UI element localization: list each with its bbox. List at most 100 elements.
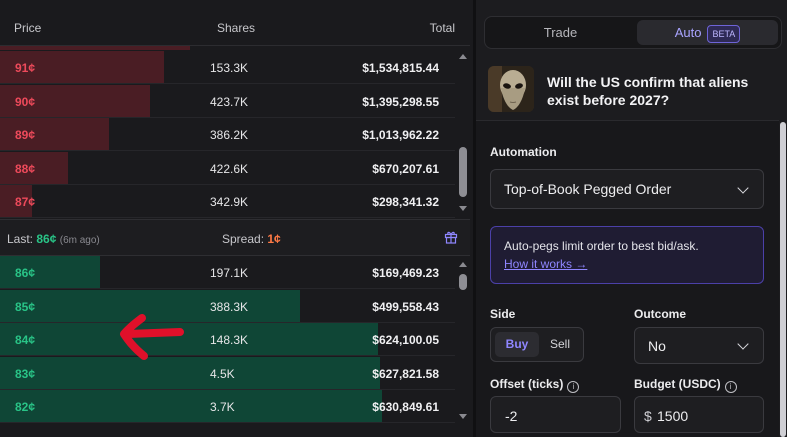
budget-info-icon[interactable]: i <box>724 381 737 393</box>
automation-label: Automation <box>490 145 557 159</box>
asks-scrollbar-thumb[interactable] <box>459 147 467 197</box>
automation-info-box: Auto-pegs limit order to best bid/ask. H… <box>490 226 764 284</box>
tab-auto[interactable]: Auto BETA <box>637 20 778 45</box>
ask-price: 91¢ <box>15 61 36 75</box>
side-sell-button[interactable]: Sell <box>541 332 579 357</box>
bid-depth-bar <box>0 390 383 423</box>
trade-panel: Trade Auto BETA Will the US confirm that … <box>476 0 787 437</box>
shares-column-header: Shares <box>217 21 256 35</box>
ask-shares: 153.3K <box>210 61 249 75</box>
ask-total: $298,341.32 <box>372 195 439 210</box>
bid-shares: 197.1K <box>210 266 249 280</box>
ask-price: 89¢ <box>15 128 36 143</box>
bid-row[interactable]: 85¢ 388.3K $499,558.43 <box>0 289 455 323</box>
last-price: Last: 86¢ (6m ago) <box>7 232 100 246</box>
automation-description: Auto-pegs limit order to best bid/ask. <box>504 239 699 253</box>
ask-total: $1,395,298.55 <box>362 94 439 109</box>
scroll-down-arrow-icon[interactable] <box>459 206 467 211</box>
ask-shares: 386.2K <box>210 128 249 143</box>
bid-depth-bar <box>0 356 380 389</box>
market-question: Will the US confirm that aliens exist be… <box>547 74 749 108</box>
outcome-select[interactable]: No <box>634 327 764 364</box>
offset-label: Offset (ticks) i <box>490 377 580 393</box>
bid-row[interactable]: 84¢ 148.3K $624,100.05 <box>0 323 455 357</box>
side-buy-button[interactable]: Buy <box>495 332 539 357</box>
bid-shares: 388.3K <box>210 299 249 314</box>
bid-total: $499,558.43 <box>372 299 439 314</box>
bid-price: 83¢ <box>15 366 36 381</box>
bid-total: $627,821.58 <box>372 366 439 381</box>
offset-info-icon[interactable]: i <box>567 381 580 393</box>
offset-input-value: -2 <box>505 408 518 424</box>
spread: Spread: 1¢ <box>222 232 281 246</box>
automation-form: Automation Top-of-Book Pegged Order Auto… <box>476 120 779 437</box>
bid-total: $169,469.23 <box>372 266 439 280</box>
beta-badge: BETA <box>707 24 741 43</box>
ask-total: $1,534,815.44 <box>362 61 439 75</box>
asks-scrollbar[interactable] <box>457 50 469 215</box>
bid-price: 82¢ <box>15 400 36 415</box>
price-column-header: Price <box>14 21 42 35</box>
ask-shares: 342.9K <box>210 195 249 210</box>
scroll-up-arrow-icon[interactable] <box>459 54 467 59</box>
bid-price: 84¢ <box>15 333 36 348</box>
tab-trade[interactable]: Trade <box>489 20 632 45</box>
alien-image <box>488 66 534 112</box>
panel-scrollbar[interactable] <box>779 120 787 437</box>
ask-price: 88¢ <box>15 161 36 176</box>
automation-select-value: Top-of-Book Pegged Order <box>504 181 672 197</box>
outcome-label: Outcome <box>634 307 687 321</box>
scroll-down-arrow-icon[interactable] <box>459 414 467 419</box>
gift-icon[interactable] <box>444 230 458 244</box>
ask-row[interactable]: 88¢ 422.6K $670,207.61 <box>0 151 455 185</box>
bid-shares: 3.7K <box>210 400 235 415</box>
how-it-works-link[interactable]: How it works → <box>504 257 587 271</box>
ask-shares: 423.7K <box>210 94 249 109</box>
side-toggle: Buy Sell <box>490 327 584 362</box>
ask-depth-bar-partial <box>0 46 190 50</box>
tab-auto-label: Auto <box>674 25 702 40</box>
bid-shares: 148.3K <box>210 333 249 348</box>
market-thumbnail <box>488 66 534 112</box>
budget-label: Budget (USDC) i <box>634 377 737 393</box>
automation-select[interactable]: Top-of-Book Pegged Order <box>490 169 764 209</box>
ask-price: 87¢ <box>15 195 36 210</box>
ask-row[interactable]: 89¢ 386.2K $1,013,962.22 <box>0 118 455 152</box>
spread-value: 1¢ <box>267 232 281 246</box>
bid-price: 85¢ <box>15 299 36 314</box>
bid-price: 86¢ <box>15 266 36 280</box>
bid-total: $630,849.61 <box>372 400 439 415</box>
bids-scrollbar-thumb[interactable] <box>459 274 467 290</box>
total-column-header: Total <box>429 21 455 35</box>
bid-row[interactable]: 86¢ 197.1K $169,469.23 <box>0 256 455 289</box>
ask-row[interactable]: 91¢ 153.3K $1,534,815.44 <box>0 51 455 84</box>
ask-row[interactable]: 90¢ 423.7K $1,395,298.55 <box>0 84 455 118</box>
trade-mode-tabs: Trade Auto BETA <box>484 16 782 49</box>
chevron-down-icon <box>737 182 749 194</box>
ask-price: 90¢ <box>15 94 36 109</box>
outcome-select-value: No <box>648 338 666 354</box>
side-label: Side <box>490 307 516 321</box>
chevron-down-icon <box>737 338 749 350</box>
ask-total: $1,013,962.22 <box>362 128 439 143</box>
bid-row[interactable]: 83¢ 4.5K $627,821.58 <box>0 356 455 390</box>
bid-row[interactable]: 82¢ 3.7K $630,849.61 <box>0 390 455 424</box>
spread-bar: Last: 86¢ (6m ago) Spread: 1¢ <box>0 219 470 256</box>
budget-input-value: 1500 <box>657 408 689 424</box>
ask-row[interactable]: 87¢ 342.9K $298,341.32 <box>0 185 455 219</box>
bid-total: $624,100.05 <box>372 333 439 348</box>
ask-shares: 422.6K <box>210 161 249 176</box>
offset-input[interactable]: -2 <box>490 396 621 433</box>
bid-shares: 4.5K <box>210 366 235 381</box>
budget-currency-prefix: $ <box>644 408 652 424</box>
bids-scrollbar[interactable] <box>457 258 469 423</box>
bid-depth-bar <box>0 323 378 356</box>
red-annotation-arrow-icon <box>120 314 184 360</box>
order-book: Price Shares Total 91¢ 153.3K $1,534,815.4… <box>0 0 475 437</box>
order-book-header: Price Shares Total <box>0 0 470 46</box>
scroll-up-arrow-icon[interactable] <box>459 262 467 267</box>
last-price-value: 86¢ <box>36 232 57 246</box>
panel-scrollbar-thumb[interactable] <box>780 122 786 437</box>
last-trade-age: (6m ago) <box>59 235 100 246</box>
budget-input[interactable]: $ 1500 <box>634 396 764 433</box>
